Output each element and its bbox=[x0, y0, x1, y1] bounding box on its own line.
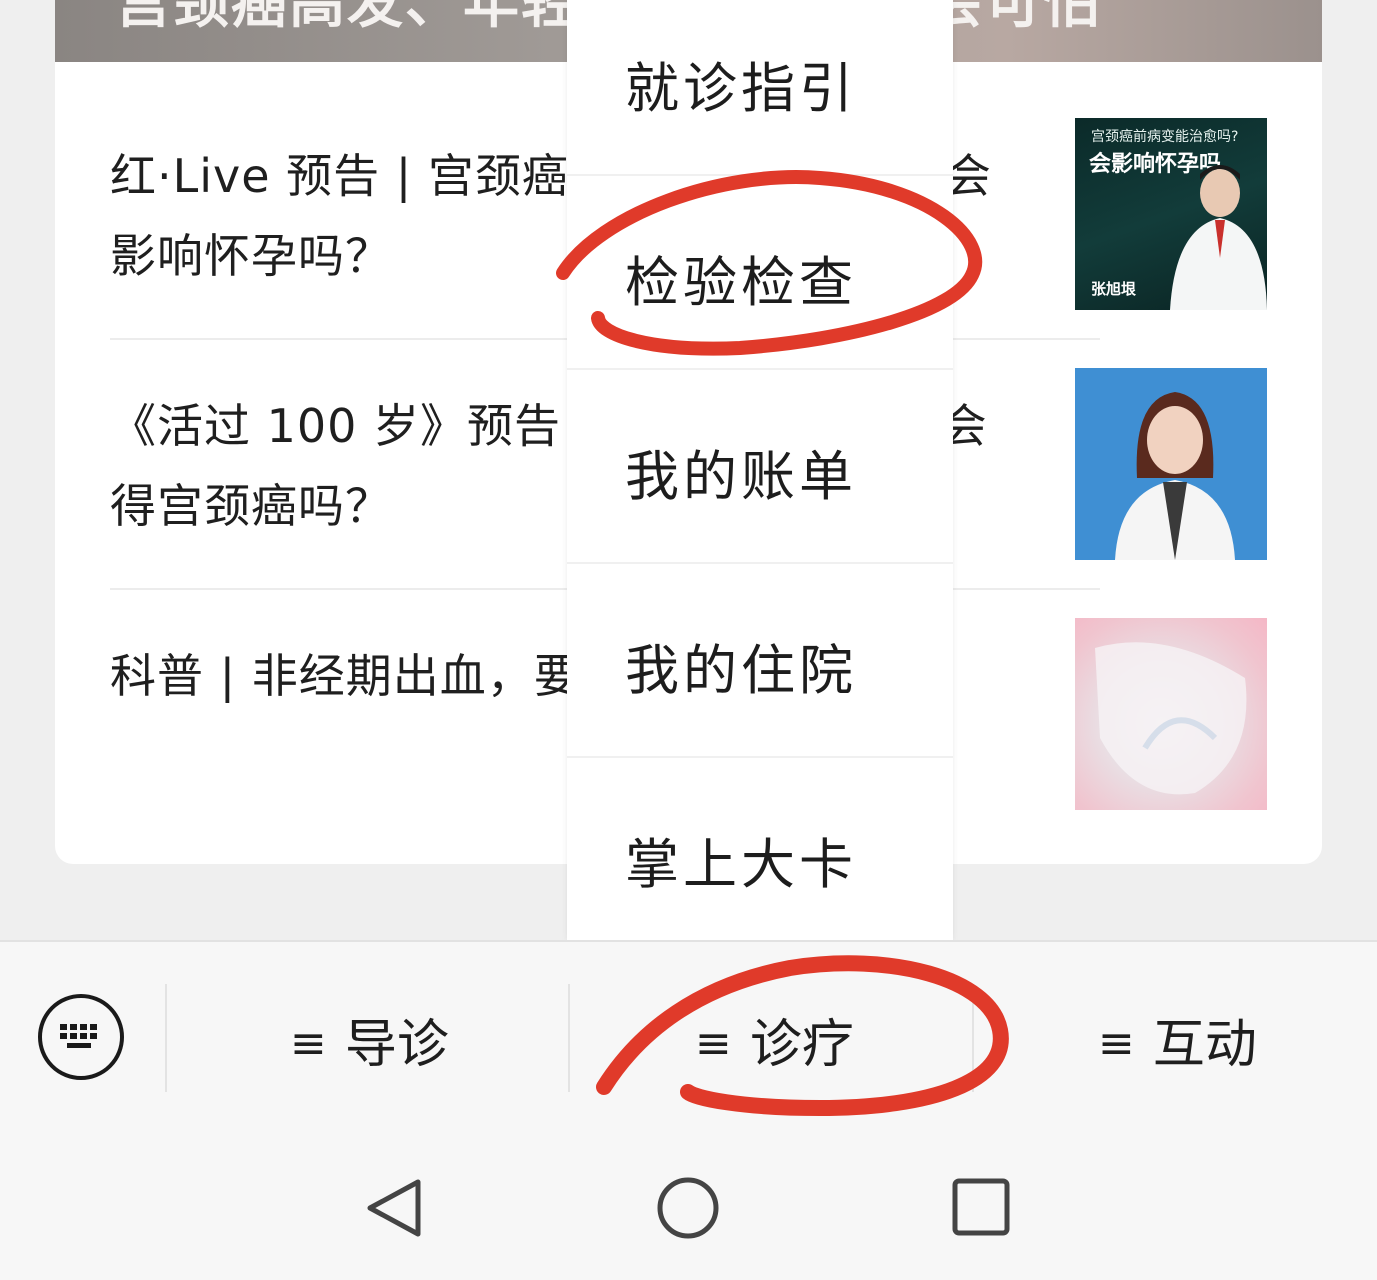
keyboard-toggle-button[interactable] bbox=[38, 994, 124, 1080]
menu-item-visit-guide[interactable]: 就诊指引 bbox=[567, 0, 953, 176]
hamburger-icon: ≡ bbox=[695, 1018, 732, 1069]
menu-item-my-bills[interactable]: 我的账单 bbox=[567, 370, 953, 564]
divider bbox=[165, 984, 167, 1092]
menu-item-label: 我的账单 bbox=[625, 445, 857, 508]
hamburger-icon: ≡ bbox=[290, 1018, 327, 1069]
recents-icon[interactable] bbox=[950, 1176, 1014, 1240]
article-thumbnail-2[interactable] bbox=[1075, 368, 1267, 560]
article-thumbnail-1[interactable]: 宫颈癌前病变能治愈吗? 会影响怀孕吗 张旭垠 bbox=[1075, 118, 1267, 310]
menu-item-label: 我的住院 bbox=[625, 639, 857, 702]
doctor-name: 张旭垠 bbox=[1091, 280, 1137, 298]
menu-item-patient-card[interactable]: 掌上大卡 bbox=[567, 758, 953, 952]
doctor-photo bbox=[1115, 392, 1235, 560]
system-navigation-bar bbox=[0, 1130, 1377, 1280]
home-icon[interactable] bbox=[654, 1176, 722, 1240]
tab-label: 导诊 bbox=[344, 1015, 449, 1075]
bottom-menu-bar: ≡ 导诊 ≡ 诊疗 ≡ 互动 bbox=[0, 940, 1377, 1132]
keyboard-icon bbox=[60, 1024, 97, 1048]
menu-item-lab-tests[interactable]: 检验检查 bbox=[567, 176, 953, 370]
menu-item-label: 掌上大卡 bbox=[625, 833, 857, 896]
menu-item-label: 就诊指引 bbox=[625, 57, 857, 120]
tab-treatment[interactable]: ≡ 诊疗 bbox=[695, 1002, 854, 1077]
tab-label: 互动 bbox=[1152, 1015, 1257, 1075]
hamburger-icon: ≡ bbox=[1098, 1018, 1135, 1069]
menu-item-label: 检验检查 bbox=[625, 251, 857, 314]
treatment-dropdown-menu: 就诊指引 检验检查 我的账单 我的住院 掌上大卡 bbox=[567, 0, 953, 940]
product-photo bbox=[1095, 642, 1247, 795]
tab-label: 诊疗 bbox=[749, 1015, 854, 1075]
divider bbox=[972, 984, 974, 1092]
tab-interaction[interactable]: ≡ 互动 bbox=[1098, 1002, 1257, 1077]
back-icon[interactable] bbox=[362, 1176, 426, 1240]
divider bbox=[568, 984, 570, 1092]
article-thumbnail-3[interactable] bbox=[1075, 618, 1267, 810]
tab-guidance[interactable]: ≡ 导诊 bbox=[290, 1002, 449, 1077]
menu-item-my-hospitalization[interactable]: 我的住院 bbox=[567, 564, 953, 758]
